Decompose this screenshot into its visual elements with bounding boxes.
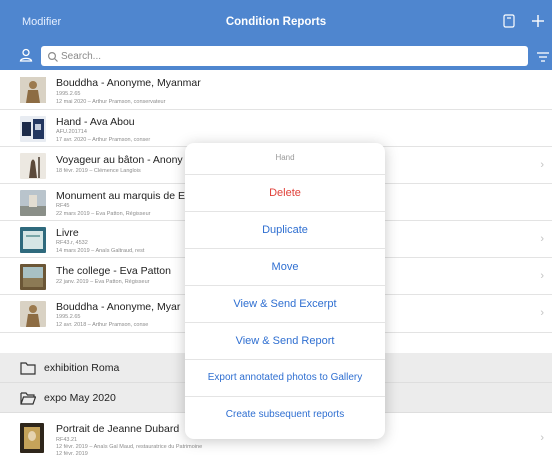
item-meta: 18 févr. 2019 – Clémence Langlois bbox=[56, 168, 141, 174]
item-meta: 22 mars 2019 – Eva Patton, Régisseur bbox=[56, 211, 151, 217]
search-input[interactable] bbox=[61, 48, 521, 64]
artwork-thumbnail bbox=[20, 116, 46, 142]
item-inventory: AFU.201714 bbox=[56, 129, 87, 135]
chevron-right-icon: › bbox=[540, 307, 544, 319]
folder-name: expo May 2020 bbox=[44, 392, 116, 404]
folder-icon bbox=[20, 361, 36, 375]
chevron-right-icon: › bbox=[540, 159, 544, 171]
artwork-thumbnail bbox=[20, 190, 46, 216]
view-send-excerpt-button[interactable]: View & Send Excerpt bbox=[185, 285, 385, 322]
artwork-thumbnail bbox=[20, 153, 46, 179]
page-title: Condition Reports bbox=[225, 16, 327, 28]
item-inventory: RF43.r, 4532 bbox=[56, 240, 88, 246]
search-bar-row bbox=[0, 42, 552, 70]
note-icon[interactable] bbox=[501, 13, 517, 29]
app-window: Modifier Condition Reports Bouddha - bbox=[0, 0, 552, 466]
item-meta: 22 janv. 2019 – Eva Patton, Régisseur bbox=[56, 279, 150, 285]
export-photos-button[interactable]: Export annotated photos to Gallery bbox=[185, 359, 385, 396]
item-inventory: RF45 bbox=[56, 203, 70, 209]
user-icon[interactable] bbox=[18, 47, 34, 63]
chevron-right-icon: › bbox=[540, 233, 544, 245]
view-send-report-button[interactable]: View & Send Report bbox=[185, 322, 385, 359]
item-date: 12 févr. 2019 bbox=[56, 451, 88, 457]
item-title: Voyageur au bâton - Anony bbox=[56, 154, 183, 166]
item-title: Portrait de Jeanne Dubard bbox=[56, 423, 180, 435]
list-item[interactable]: Hand - Ava Abou AFU.201714 17 avr. 2020 … bbox=[0, 110, 552, 147]
navigation-bar: Modifier Condition Reports bbox=[0, 0, 552, 42]
move-button[interactable]: Move bbox=[185, 248, 385, 285]
create-subsequent-reports-button[interactable]: Create subsequent reports bbox=[185, 396, 385, 433]
artwork-thumbnail bbox=[20, 301, 46, 327]
item-meta: 12 févr. 2019 – Anaïs Gal Maud, restaura… bbox=[56, 444, 203, 450]
search-icon bbox=[47, 50, 59, 62]
artwork-thumbnail bbox=[20, 423, 44, 453]
folder-open-icon bbox=[20, 391, 37, 405]
chevron-right-icon: › bbox=[540, 270, 544, 282]
item-inventory: 1995.2.65 bbox=[56, 91, 81, 97]
item-title: Bouddha - Anonyme, Myar bbox=[56, 301, 181, 313]
item-title: The college - Eva Patton bbox=[56, 265, 171, 277]
chevron-right-icon: › bbox=[540, 432, 544, 444]
action-popover: Hand Delete Duplicate Move View & Send E… bbox=[185, 143, 385, 439]
item-meta: 14 mars 2019 – Anaïs Galtraud, rest bbox=[56, 248, 145, 254]
artwork-thumbnail bbox=[20, 264, 46, 290]
item-title: Bouddha - Anonyme, Myanmar bbox=[56, 77, 201, 89]
item-title: Hand - Ava Abou bbox=[56, 116, 135, 128]
item-title: Livre bbox=[56, 227, 79, 239]
duplicate-button[interactable]: Duplicate bbox=[185, 211, 385, 248]
item-inventory: RF43.21 bbox=[56, 437, 78, 443]
artwork-thumbnail bbox=[20, 227, 46, 253]
folder-name: exhibition Roma bbox=[44, 362, 120, 374]
filter-icon[interactable] bbox=[536, 50, 550, 62]
item-meta: 12 mai 2020 – Arthur Pramson, conservate… bbox=[56, 99, 166, 105]
search-field[interactable] bbox=[41, 46, 528, 66]
item-inventory: 1995.2.65 bbox=[56, 314, 81, 320]
artwork-thumbnail bbox=[20, 77, 46, 103]
item-meta: 12 avr. 2018 – Arthur Pramson, conse bbox=[56, 322, 149, 328]
list-item[interactable]: Bouddha - Anonyme, Myanmar 1995.2.65 12 … bbox=[0, 70, 552, 110]
item-title: Monument au marquis de E bbox=[56, 190, 185, 202]
item-meta: 17 avr. 2020 – Arthur Pramson, conser bbox=[56, 137, 151, 143]
delete-button[interactable]: Delete bbox=[185, 174, 385, 211]
popover-title: Hand bbox=[275, 153, 295, 162]
plus-icon[interactable] bbox=[530, 13, 546, 29]
